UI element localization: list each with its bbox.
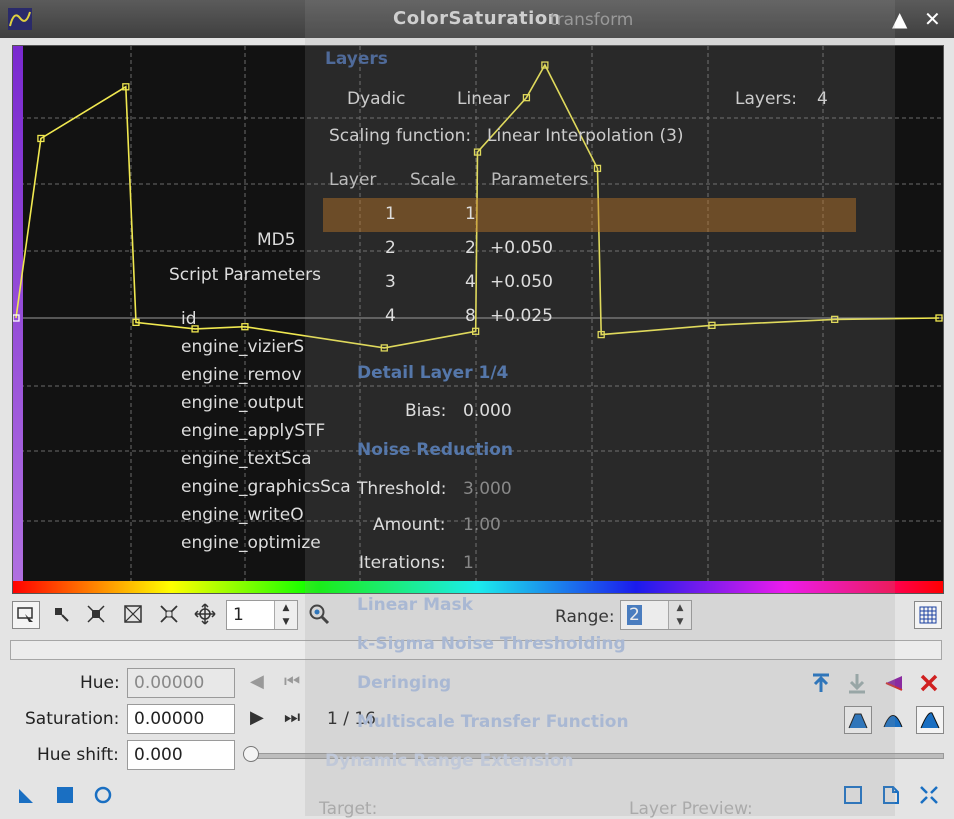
ghost-script-item: engine_output [181,393,304,413]
hue-scale [13,581,943,593]
curve-editor[interactable] [12,45,944,594]
reverse-curve-icon[interactable] [880,670,906,696]
preview-icon[interactable] [840,782,866,808]
curve-layer[interactable] [13,61,943,352]
select-point-icon[interactable] [48,601,74,627]
hue-label: Hue: [80,673,120,693]
hue-shift-label: Hue shift: [37,745,119,765]
new-instance-icon[interactable] [14,782,40,808]
spin-arrows-icon[interactable]: ▲ ▼ [274,601,297,629]
ghost-script-item: engine_remov [181,365,302,385]
saturation-scale [13,46,23,581]
shade-icon[interactable]: ▲ [892,7,907,31]
ghost-script-params: Script Parameters [169,265,322,285]
status-bar [10,640,942,660]
documentation-icon[interactable] [878,782,904,808]
akima-interp-icon[interactable] [880,706,906,732]
zoom-spinbox[interactable]: 1 ▲ ▼ [226,600,298,630]
window-title: ColorSaturation [393,8,561,29]
restore-curve-icon[interactable] [844,670,870,696]
zoom-out-icon[interactable] [156,601,182,627]
first-point-icon[interactable]: ⏮ [284,671,300,692]
ghost-script-item: engine_textSca [181,449,312,469]
reset-curve-icon[interactable] [916,670,942,696]
next-point-icon[interactable]: ▶ [250,707,264,728]
grid-toggle-icon[interactable] [914,601,942,629]
ghost-script-item: engine_graphicsSca [181,477,351,497]
linear-interp-icon[interactable] [916,706,944,734]
apply-global-icon[interactable] [52,782,78,808]
ghost-script-item: engine_applySTF [181,421,326,441]
close-icon[interactable]: ✕ [924,7,941,31]
reset-instance-icon[interactable] [916,782,942,808]
saturation-label: Saturation: [25,709,120,729]
curve-grid [13,46,943,581]
point-counter: 1 / 16 [327,709,376,729]
title-bar[interactable]: ColorSaturation ▲ ✕ [0,0,954,38]
hue-shift-field[interactable]: 0.000 [127,740,235,770]
saturation-field[interactable]: 0.00000 [127,704,235,734]
curve-graph[interactable] [13,46,943,593]
ghost-script-item: engine_vizierS [181,337,305,357]
ghost-script-item: engine_optimize [181,533,321,553]
cubic-spline-icon[interactable] [844,706,872,734]
edit-point-mode-icon[interactable] [12,601,40,629]
zoom-value: 1 [233,605,244,625]
prev-point-icon[interactable]: ◀ [250,671,264,692]
spin-arrows-icon[interactable]: ▲ ▼ [668,601,691,629]
range-label: Range: [555,607,615,627]
pan-icon[interactable] [192,601,218,627]
hue-shift-slider-handle[interactable] [243,746,259,762]
zoom-magnifier-icon[interactable] [306,601,332,627]
range-spinbox[interactable]: 2 ▲ ▼ [620,600,692,630]
hue-field[interactable]: 0.00000 [127,668,235,698]
hue-shift-slider-track[interactable] [250,753,944,759]
range-value: 2 [627,605,642,625]
last-point-icon[interactable]: ⏭ [284,707,300,728]
saturation-curve[interactable] [15,63,940,349]
zoom-in-icon[interactable] [120,601,146,627]
apply-icon[interactable] [90,782,116,808]
delete-point-icon[interactable] [83,601,109,627]
ghost-md5: MD5 [257,230,296,250]
ghost-script-item: id [181,309,197,329]
store-curve-icon[interactable] [808,670,834,696]
ghost-script-item: engine_writeO [181,505,304,525]
ghost-script-list: id engine_vizierS engine_remov engine_outpu… [181,305,351,557]
